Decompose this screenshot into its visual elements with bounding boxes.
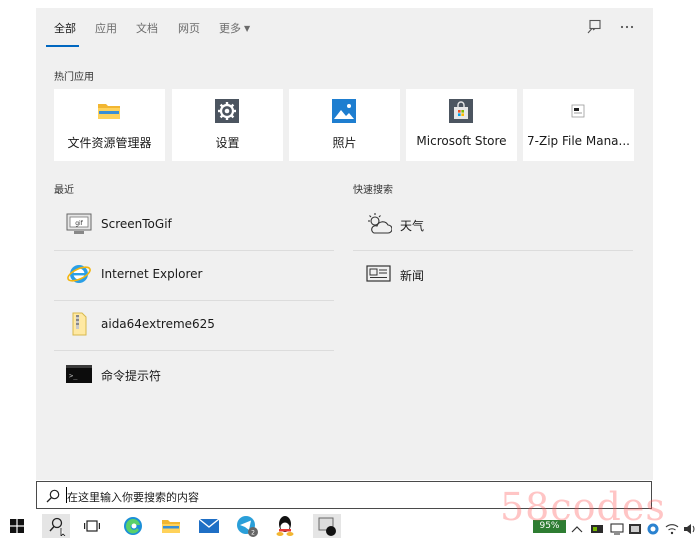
volume-icon[interactable]: [683, 520, 697, 534]
app-tray-icon[interactable]: [628, 520, 642, 534]
app-tile-label: 照片: [332, 136, 357, 150]
tab-web[interactable]: 网页: [178, 20, 200, 36]
screentogif-icon: gif: [66, 212, 92, 236]
svg-text:>_: >_: [69, 372, 78, 380]
app-tile-label: Microsoft Store: [416, 134, 507, 148]
recent-item-label: Internet Explorer: [101, 267, 203, 281]
screen-app-icon[interactable]: [313, 514, 341, 538]
recent-item-label: 命令提示符: [101, 369, 162, 383]
tab-more-label: 更多: [219, 22, 241, 35]
svg-text:2: 2: [251, 530, 255, 537]
file-explorer-icon: [97, 99, 121, 123]
search-icon: [45, 488, 61, 504]
taskbar-search-icon[interactable]: [42, 514, 70, 538]
windows-start-icon[interactable]: [5, 514, 29, 538]
app-tile-7zip[interactable]: 7-Zip File Mana...: [523, 89, 634, 161]
task-view-icon[interactable]: [80, 514, 104, 538]
app-tile-settings[interactable]: 设置: [172, 89, 283, 161]
search-input[interactable]: 在这里输入你要搜索的内容: [67, 489, 199, 505]
quick-search-weather[interactable]: 天气: [353, 200, 633, 250]
tab-documents[interactable]: 文档: [136, 20, 158, 36]
shield-icon[interactable]: [646, 520, 660, 535]
active-tab-indicator: [46, 45, 79, 47]
app-tile-label: 设置: [215, 136, 240, 150]
quick-search-label: 天气: [400, 219, 425, 233]
feedback-icon[interactable]: [585, 18, 603, 36]
app-tile-label: 7-Zip File Mana...: [527, 134, 630, 148]
monitor-icon[interactable]: [610, 520, 624, 535]
tab-bar: 全部 应用 文档 网页 更多 ▼: [36, 8, 653, 48]
edge-icon[interactable]: [121, 514, 145, 538]
screen: 全部 应用 文档 网页 更多 ▼ 热门应用 文件资源管理器 设置 照片 Micr…: [0, 0, 700, 541]
store-icon: [449, 99, 473, 123]
svg-text:gif: gif: [75, 220, 83, 227]
search-box[interactable]: 在这里输入你要搜索的内容: [36, 481, 652, 509]
file-explorer-icon[interactable]: [159, 514, 183, 538]
recent-item-label: ScreenToGif: [101, 217, 172, 231]
app-tile-microsoft-store[interactable]: Microsoft Store: [406, 89, 517, 161]
battery-badge[interactable]: 95%: [533, 520, 566, 533]
more-options-icon[interactable]: [618, 18, 636, 36]
recent-item-internet-explorer[interactable]: Internet Explorer: [54, 250, 334, 300]
app-tile-photos[interactable]: 照片: [289, 89, 400, 161]
tab-all[interactable]: 全部: [54, 20, 76, 36]
news-icon: [366, 262, 392, 286]
quick-search-title: 快速搜索: [353, 185, 393, 196]
gpu-icon[interactable]: [590, 520, 604, 533]
up-arrow-icon[interactable]: [570, 520, 584, 533]
recent-item-command-prompt[interactable]: >_ 命令提示符: [54, 350, 334, 400]
search-panel: 全部 应用 文档 网页 更多 ▼ 热门应用 文件资源管理器 设置 照片 Micr…: [36, 8, 653, 480]
app-tile-label: 文件资源管理器: [67, 136, 152, 150]
recent-title: 最近: [54, 185, 74, 196]
quick-search-news[interactable]: 新闻: [353, 250, 633, 300]
quick-search-label: 新闻: [400, 269, 425, 283]
internet-explorer-icon: [66, 262, 92, 286]
command-prompt-icon: >_: [66, 362, 92, 386]
recent-item-aida64[interactable]: aida64extreme625: [54, 300, 334, 350]
qq-icon[interactable]: [273, 514, 297, 538]
recent-item-label: aida64extreme625: [101, 317, 215, 331]
photos-icon: [332, 99, 356, 123]
tab-more[interactable]: 更多 ▼: [219, 20, 250, 36]
settings-gear-icon: [215, 99, 239, 123]
7zip-icon: [566, 99, 590, 123]
mail-icon[interactable]: [197, 514, 221, 538]
top-apps-title: 热门应用: [54, 72, 94, 83]
tab-apps[interactable]: 应用: [95, 20, 117, 36]
file-icon: [66, 312, 92, 336]
chevron-down-icon: ▼: [244, 24, 251, 33]
wifi-icon[interactable]: [665, 520, 679, 535]
telegram-icon[interactable]: 2: [235, 514, 259, 538]
taskbar: 2 95%: [0, 511, 700, 541]
recent-item-screentogif[interactable]: gif ScreenToGif: [54, 200, 334, 250]
app-tile-file-explorer[interactable]: 文件资源管理器: [54, 89, 165, 161]
weather-icon: [366, 212, 393, 236]
